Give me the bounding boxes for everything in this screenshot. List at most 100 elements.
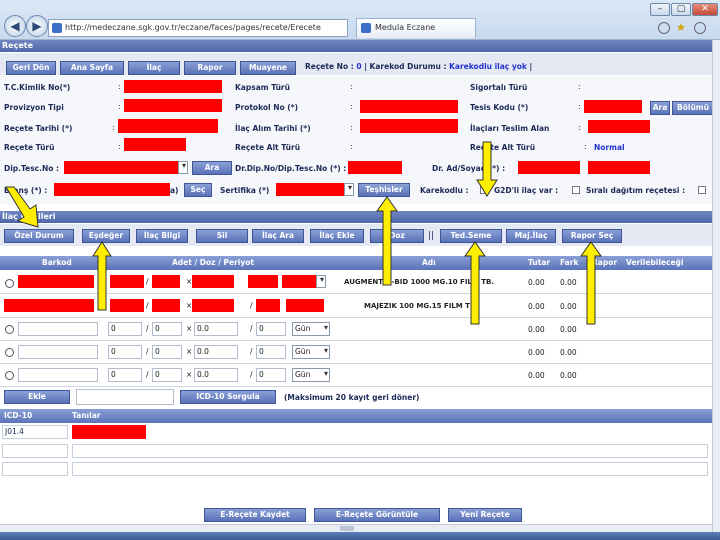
rapor-button[interactable]: Rapor	[184, 61, 236, 75]
periyot-field[interactable]	[256, 299, 280, 312]
ekle-button[interactable]: Ekle	[4, 390, 70, 404]
ilac-alim-tarihi-field[interactable]	[360, 119, 458, 133]
horizontal-scrollbar[interactable]	[0, 524, 712, 532]
row-radio[interactable]	[5, 371, 14, 380]
ilac-ara-button[interactable]: İlaç Ara	[252, 229, 304, 243]
settings-gear-icon[interactable]	[694, 22, 706, 34]
periyot-field[interactable]	[248, 275, 278, 288]
brans-field[interactable]	[54, 183, 170, 196]
ilac-bilgi-button[interactable]: İlaç Bilgi	[136, 229, 188, 243]
barkod-input[interactable]	[18, 368, 98, 382]
e-recete-goruntule-button[interactable]: E-Reçete Görüntüle	[314, 508, 440, 522]
doz2-input[interactable]: 0.0	[194, 322, 238, 336]
table-row[interactable]: 0 / 0 × 0.0 / 0 Gün 0.00 0.00	[0, 341, 712, 364]
tab-icon	[361, 23, 371, 33]
tesis-kodu-field[interactable]	[584, 100, 642, 113]
unit-field[interactable]	[286, 299, 324, 312]
vertical-scrollbar[interactable]	[712, 40, 720, 532]
adet-input[interactable]: 0	[108, 345, 142, 359]
periyot-input[interactable]: 0	[256, 345, 286, 359]
dr-ad-field[interactable]	[518, 161, 580, 174]
recete-turu-field[interactable]	[124, 138, 186, 151]
doz-input[interactable]: 0	[152, 322, 182, 336]
doz2-field[interactable]	[192, 275, 234, 288]
yeni-recete-button[interactable]: Yeni Reçete	[448, 508, 522, 522]
table-row[interactable]: 0 / 0 × 0.0 / 0 Gün 0.00 0.00	[0, 318, 712, 341]
doz-input[interactable]: 0	[152, 345, 182, 359]
geri-don-button[interactable]: Geri Dön	[6, 61, 56, 75]
tani-cell-empty[interactable]	[72, 462, 708, 476]
table-row[interactable]: 0 / 0 × 0.0 / 0 Gün 0.00 0.00	[0, 364, 712, 387]
ilac-button[interactable]: İlaç	[128, 61, 180, 75]
periyot-input[interactable]: 0	[256, 322, 286, 336]
doz2-input[interactable]: 0.0	[194, 368, 238, 382]
protokol-no-field[interactable]	[360, 100, 458, 113]
periyot-input[interactable]: 0	[256, 368, 286, 382]
dip-tesc-no-field[interactable]	[64, 161, 178, 174]
unit-dropdown[interactable]	[316, 275, 326, 288]
address-bar[interactable]: http://medeczane.sgk.gov.tr/eczane/faces…	[48, 19, 348, 37]
g2d-checkbox[interactable]	[572, 186, 580, 194]
provizyon-tipi-field[interactable]	[124, 99, 222, 112]
tesis-ara-button[interactable]: Ara	[650, 101, 670, 115]
arrow-esdeger	[92, 241, 112, 311]
tani-cell-empty[interactable]	[72, 444, 708, 458]
close-icon[interactable]: ✕	[692, 3, 718, 16]
unit-select[interactable]: Gün	[292, 368, 330, 382]
unit-field[interactable]	[282, 275, 316, 288]
sertifika-dropdown[interactable]	[344, 183, 354, 196]
ozel-durum-button[interactable]: Özel Durum	[4, 229, 74, 243]
icd-code-cell[interactable]: J01.4	[2, 425, 68, 439]
doz-field[interactable]	[152, 275, 180, 288]
unit-select[interactable]: Gün	[292, 322, 330, 336]
barkod-input[interactable]	[18, 322, 98, 336]
brans-sec-button[interactable]: Seç	[184, 183, 212, 197]
favorites-icon[interactable]: ★	[676, 22, 688, 34]
doz-input[interactable]: 0	[152, 368, 182, 382]
browser-tab[interactable]: Medula Eczane	[356, 18, 476, 38]
back-arrow-icon[interactable]: ◀	[4, 15, 26, 37]
dr-soyad-field[interactable]	[588, 161, 650, 174]
col-fark: Fark	[560, 258, 579, 267]
adet-input[interactable]: 0	[108, 322, 142, 336]
maj-ilac-button[interactable]: Maj.İlaç	[506, 229, 556, 243]
barkod-field[interactable]	[18, 275, 94, 288]
minimize-icon[interactable]: –	[650, 3, 670, 16]
ana-sayfa-button[interactable]: Ana Sayfa	[60, 61, 124, 75]
sertifika-field[interactable]	[276, 183, 344, 196]
tani-cell[interactable]	[72, 425, 146, 439]
row-radio[interactable]	[5, 279, 14, 288]
adet-field[interactable]	[110, 275, 144, 288]
doz2-input[interactable]: 0.0	[194, 345, 238, 359]
bolumu-button[interactable]: Bölümü	[672, 101, 714, 115]
scroll-thumb[interactable]	[340, 526, 354, 531]
tc-kimlik-field[interactable]	[124, 80, 222, 93]
row-radio[interactable]	[5, 348, 14, 357]
sil-button[interactable]: Sil	[196, 229, 248, 243]
icd-sorgula-button[interactable]: ICD-10 Sorgula	[180, 390, 276, 404]
dr-dip-no-field[interactable]	[348, 161, 402, 174]
row-radio[interactable]	[5, 325, 14, 334]
forward-arrow-icon[interactable]: ▶	[26, 15, 48, 37]
maximize-icon[interactable]: ▢	[671, 3, 691, 16]
times: ×	[186, 370, 193, 379]
icd-code-cell-empty[interactable]	[2, 444, 68, 458]
dip-tesc-dropdown[interactable]	[178, 161, 188, 174]
muayene-button[interactable]: Muayene	[240, 61, 296, 75]
sirali-checkbox[interactable]	[698, 186, 706, 194]
recete-tarihi-field[interactable]	[118, 119, 218, 133]
doz-field[interactable]	[152, 299, 180, 312]
adet-input[interactable]: 0	[108, 368, 142, 382]
icd-code-cell-empty[interactable]	[2, 462, 68, 476]
dip-ara-button[interactable]: Ara	[192, 161, 232, 175]
barkod-input[interactable]	[18, 345, 98, 359]
ilac-ekle-button[interactable]: İlaç Ekle	[310, 229, 364, 243]
home-icon[interactable]	[658, 22, 670, 34]
doz2-field[interactable]	[192, 299, 234, 312]
icd-search-input[interactable]	[76, 389, 174, 405]
barkod-field[interactable]	[4, 299, 94, 312]
teslim-alan-field[interactable]	[588, 120, 650, 133]
e-recete-kaydet-button[interactable]: E-Reçete Kaydet	[204, 508, 306, 522]
unit-select[interactable]: Gün	[292, 345, 330, 359]
adet-field[interactable]	[110, 299, 144, 312]
